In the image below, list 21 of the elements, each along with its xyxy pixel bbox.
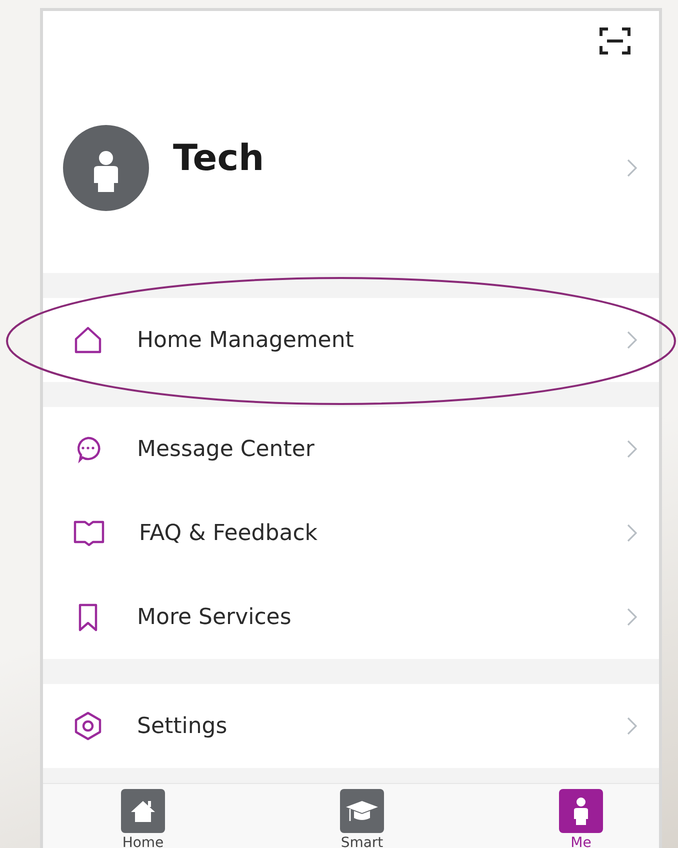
chevron-icon (627, 524, 637, 542)
tab[interactable]: Home (121, 784, 165, 848)
house-icon (121, 789, 165, 833)
avatar-icon[interactable] (63, 125, 149, 211)
menu-item[interactable]: FAQ & Feedback (43, 491, 659, 575)
scan-icon[interactable] (599, 27, 631, 55)
chevron-icon (627, 331, 637, 349)
menu-item[interactable]: Settings (43, 684, 659, 768)
house-icon (73, 325, 103, 355)
menu-item[interactable]: Message Center (43, 407, 659, 491)
chevron-icon (627, 608, 637, 626)
profile-name: Tech (173, 138, 266, 178)
person-icon (559, 789, 603, 833)
graduation-cap-icon (340, 789, 384, 833)
chevron-icon (627, 440, 637, 458)
settings-icon (73, 711, 103, 741)
book-icon (73, 518, 105, 548)
tab[interactable]: Me (559, 784, 603, 848)
menu-item[interactable]: More Services (43, 575, 659, 659)
chevron-icon (627, 717, 637, 735)
tab[interactable]: Smart (340, 784, 384, 848)
